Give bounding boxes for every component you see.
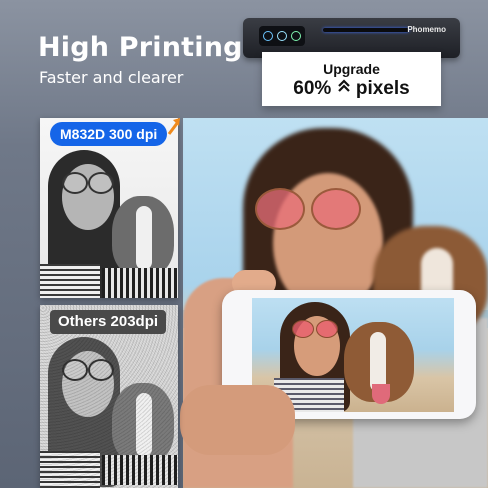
printer-brand-logo: Phomemo	[407, 25, 446, 34]
screen-dog-tongue	[372, 384, 390, 404]
paper-upgrade-value: 60% pixels	[262, 78, 441, 100]
product-banner: High Printing Faster and clearer Phomemo…	[0, 0, 488, 488]
hand	[180, 385, 295, 455]
screen-glasses-right	[316, 320, 338, 338]
power-button-icon	[263, 31, 273, 41]
bw-dog-bandana	[102, 268, 178, 298]
printer-control-panel	[259, 26, 305, 46]
upgrade-percent: 60%	[293, 78, 332, 99]
bw-glasses-left	[62, 172, 88, 194]
screen-dog-blaze	[370, 332, 386, 392]
printer-status-bar	[323, 28, 409, 32]
paper-upgrade-label: Upgrade	[323, 61, 380, 77]
screen-glasses-left	[292, 320, 314, 338]
headline-subtitle: Faster and clearer	[39, 68, 184, 87]
heart-glasses-right	[311, 188, 361, 230]
badge-203dpi: Others 203dpi	[50, 310, 167, 334]
feed-button-icon	[277, 31, 287, 41]
bw-glasses-right	[88, 172, 114, 194]
upgrade-unit: pixels	[355, 78, 410, 99]
printed-paper: Upgrade 60% pixels	[262, 52, 441, 106]
trend-up-arrow-icon	[166, 116, 182, 136]
badge-300dpi: M832D 300 dpi	[50, 122, 168, 146]
bw-striped-shirt	[40, 264, 100, 298]
headline-title: High Printing	[38, 32, 243, 63]
status-light-icon	[291, 31, 301, 41]
heart-glasses-left	[255, 188, 305, 230]
bw-dog-blaze	[136, 206, 152, 270]
chevron-up-stack-icon	[337, 78, 351, 100]
